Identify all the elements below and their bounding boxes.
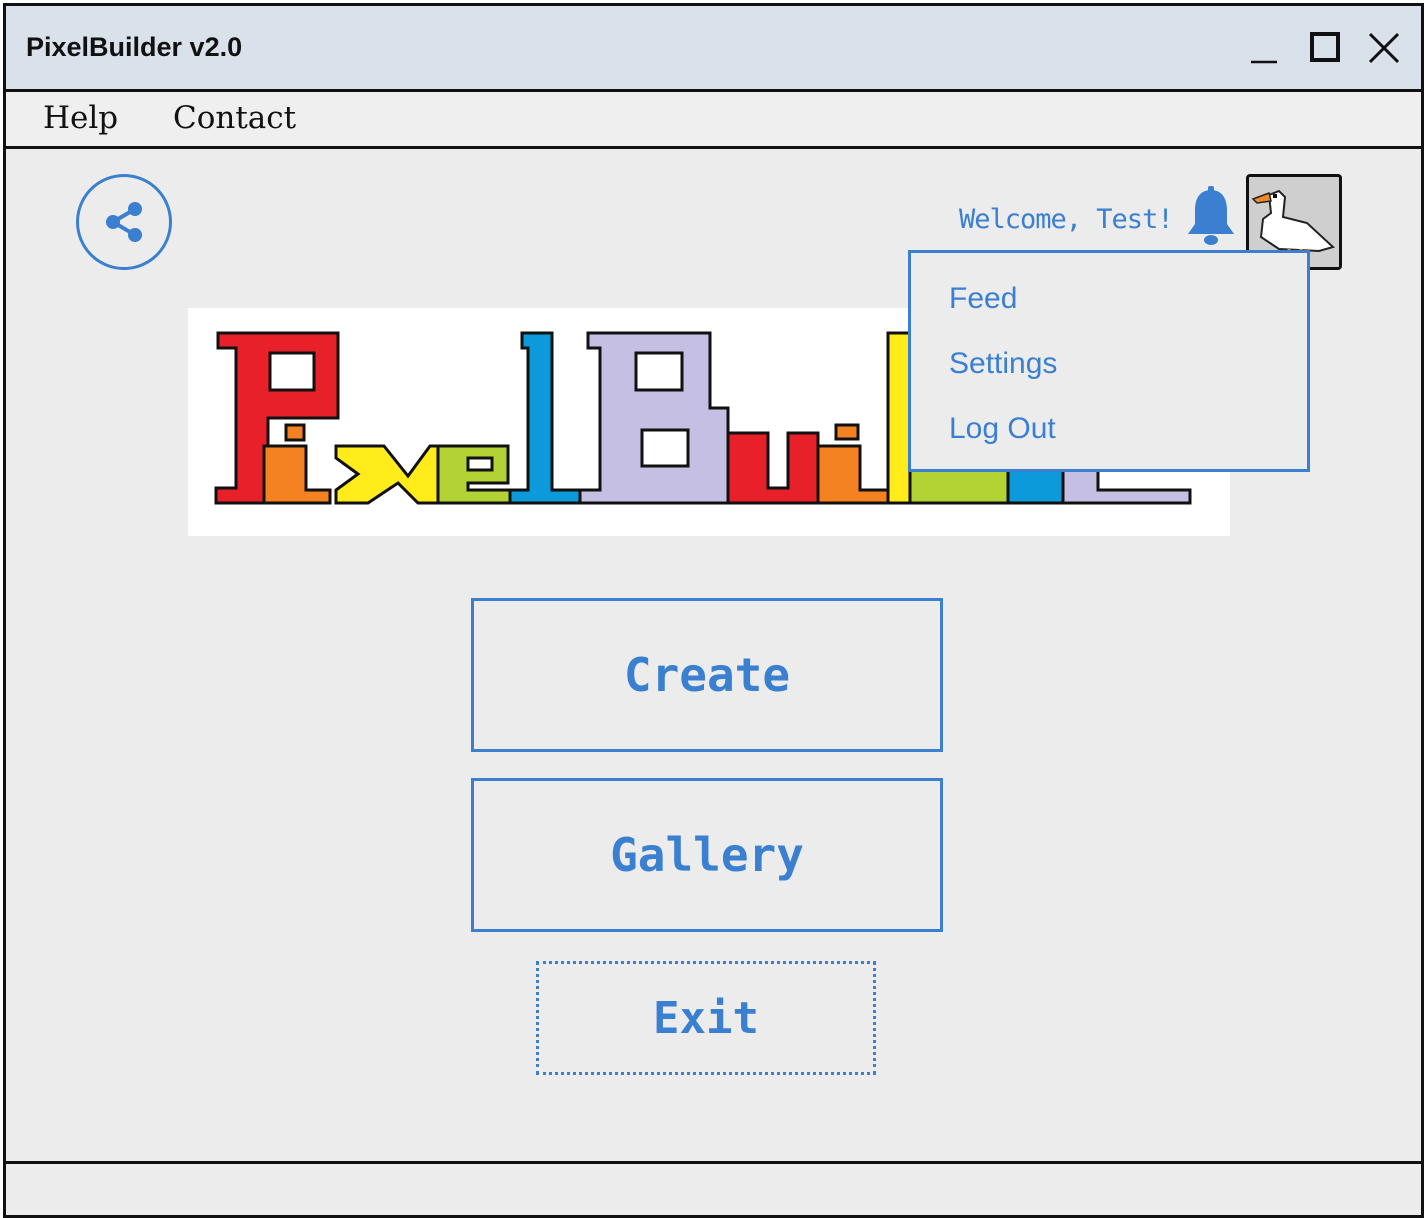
menu-item-help[interactable]: Help	[43, 100, 118, 136]
menu-bar: Help Contact	[6, 92, 1421, 149]
maximize-icon[interactable]	[1306, 28, 1346, 68]
gallery-button[interactable]: Gallery	[471, 778, 943, 932]
close-icon[interactable]	[1364, 28, 1404, 68]
menu-item-contact[interactable]: Contact	[173, 100, 296, 136]
dropdown-item-settings[interactable]: Settings	[949, 347, 1057, 381]
welcome-message: Welcome, Test!	[959, 204, 1174, 235]
main-content: Welcome, Test! Feed Settings Log Out Cre…	[6, 149, 1421, 1159]
title-bar: PixelBuilder v2.0	[6, 6, 1421, 92]
notifications-button[interactable]	[1183, 186, 1239, 250]
status-bar	[6, 1161, 1421, 1215]
profile-dropdown-menu: Feed Settings Log Out	[908, 250, 1310, 472]
create-button[interactable]: Create	[471, 598, 943, 752]
bell-icon	[1188, 186, 1234, 245]
app-window: PixelBuilder v2.0 Help Contact Welcome, …	[3, 3, 1424, 1218]
share-icon	[106, 202, 142, 242]
exit-button[interactable]: Exit	[536, 961, 876, 1075]
dropdown-item-feed[interactable]: Feed	[949, 282, 1017, 316]
dropdown-item-log-out[interactable]: Log Out	[949, 412, 1056, 446]
share-button[interactable]	[76, 174, 172, 270]
minimize-icon[interactable]	[1245, 28, 1285, 68]
window-title: PixelBuilder v2.0	[26, 32, 243, 62]
